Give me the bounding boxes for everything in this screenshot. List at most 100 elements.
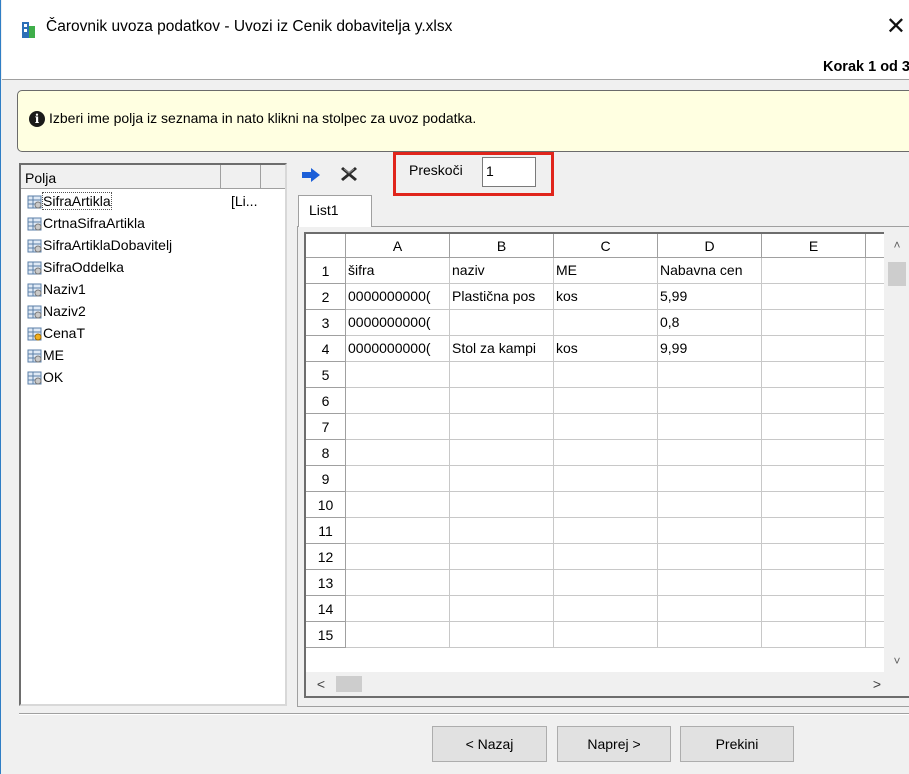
grid-cell[interactable]: 0000000000( (346, 310, 450, 336)
grid-cell[interactable] (346, 440, 450, 466)
grid-cell[interactable] (762, 622, 866, 648)
grid-cell[interactable]: 0000000000( (346, 284, 450, 310)
grid-cell[interactable] (658, 362, 762, 388)
row-header[interactable]: 15 (306, 622, 346, 648)
grid-cell[interactable] (658, 518, 762, 544)
row-header[interactable]: 2 (306, 284, 346, 310)
scroll-right-icon[interactable]: > (866, 672, 888, 696)
grid-cell[interactable] (554, 596, 658, 622)
grid-cell[interactable] (554, 310, 658, 336)
grid-cell[interactable] (346, 362, 450, 388)
tab-list1[interactable]: List1 (298, 195, 372, 227)
grid-cell[interactable]: naziv (450, 258, 554, 284)
clear-x-icon[interactable] (340, 165, 358, 183)
grid-cell[interactable] (450, 466, 554, 492)
grid-cell[interactable]: šifra (346, 258, 450, 284)
grid-cell[interactable] (346, 388, 450, 414)
grid-cell[interactable] (554, 362, 658, 388)
scroll-down-icon[interactable]: ˅ (884, 650, 909, 672)
next-button[interactable]: Naprej > (557, 726, 671, 762)
row-header[interactable]: 8 (306, 440, 346, 466)
grid-cell[interactable] (346, 518, 450, 544)
grid-cell[interactable] (346, 466, 450, 492)
grid-cell[interactable] (762, 258, 866, 284)
grid-cell[interactable] (554, 544, 658, 570)
grid-cell[interactable] (658, 544, 762, 570)
grid-cell[interactable]: Stol za kampi (450, 336, 554, 362)
grid-cell[interactable] (554, 518, 658, 544)
grid-cell[interactable] (762, 388, 866, 414)
field-item[interactable]: SifraArtikla [Li... (23, 191, 281, 213)
grid-cell[interactable] (658, 570, 762, 596)
grid-cell[interactable]: 0,8 (658, 310, 762, 336)
grid-cell[interactable] (762, 492, 866, 518)
row-header[interactable]: 4 (306, 336, 346, 362)
grid-cell[interactable] (658, 492, 762, 518)
column-header[interactable]: E (762, 234, 866, 258)
grid-cell[interactable] (346, 492, 450, 518)
grid-cell[interactable] (554, 414, 658, 440)
row-header[interactable]: 12 (306, 544, 346, 570)
grid-cell[interactable] (450, 622, 554, 648)
grid-cell[interactable] (450, 492, 554, 518)
row-header[interactable]: 6 (306, 388, 346, 414)
row-header[interactable]: 9 (306, 466, 346, 492)
grid-cell[interactable]: Nabavna cen (658, 258, 762, 284)
grid-cell[interactable] (450, 414, 554, 440)
grid-cell[interactable] (450, 362, 554, 388)
vertical-scrollbar[interactable]: ˄ ˅ (884, 232, 909, 672)
grid-cell[interactable] (762, 336, 866, 362)
skip-rows-input[interactable]: 1 (482, 157, 536, 187)
back-button[interactable]: < Nazaj (432, 726, 547, 762)
grid-cell[interactable] (450, 518, 554, 544)
grid-cell[interactable]: 0000000000( (346, 336, 450, 362)
field-item[interactable]: CrtnaSifraArtikla (23, 213, 281, 235)
grid-cell[interactable] (450, 544, 554, 570)
row-header[interactable]: 5 (306, 362, 346, 388)
grid-cell[interactable]: 9,99 (658, 336, 762, 362)
row-header[interactable]: 1 (306, 258, 346, 284)
column-header[interactable]: C (554, 234, 658, 258)
scroll-up-icon[interactable]: ˄ (884, 234, 909, 256)
fields-list[interactable]: Polja SifraArtikla [Li... CrtnaSifraArtikl… (19, 163, 287, 706)
grid-corner[interactable] (306, 234, 346, 258)
grid-cell[interactable] (762, 414, 866, 440)
horizontal-scroll-thumb[interactable] (336, 676, 362, 692)
grid-cell[interactable] (658, 440, 762, 466)
grid-cell[interactable]: Plastična pos (450, 284, 554, 310)
row-header[interactable]: 3 (306, 310, 346, 336)
grid-cell[interactable] (762, 310, 866, 336)
grid-cell[interactable] (450, 596, 554, 622)
grid-cell[interactable] (658, 622, 762, 648)
grid-cell[interactable]: ME (554, 258, 658, 284)
grid-cell[interactable] (554, 492, 658, 518)
grid-cell[interactable] (554, 570, 658, 596)
column-header[interactable]: A (346, 234, 450, 258)
grid-cell[interactable] (450, 440, 554, 466)
grid-cell[interactable] (658, 596, 762, 622)
grid-cell[interactable] (762, 570, 866, 596)
field-item[interactable]: SifraOddelka (23, 257, 281, 279)
grid-cell[interactable] (762, 440, 866, 466)
grid-cell[interactable] (346, 414, 450, 440)
vertical-scroll-thumb[interactable] (888, 262, 906, 286)
row-header[interactable]: 14 (306, 596, 346, 622)
arrow-right-icon[interactable] (301, 167, 321, 183)
row-header[interactable]: 11 (306, 518, 346, 544)
fields-value-column-header[interactable] (221, 165, 261, 188)
field-item[interactable]: OK (23, 367, 281, 389)
grid-cell[interactable]: 5,99 (658, 284, 762, 310)
grid-cell[interactable] (762, 544, 866, 570)
grid-cell[interactable]: kos (554, 284, 658, 310)
grid-cell[interactable] (762, 466, 866, 492)
cancel-button[interactable]: Prekini (680, 726, 794, 762)
grid-cell[interactable] (762, 596, 866, 622)
spreadsheet-grid[interactable]: A B C D E 1 šifra naziv ME Nabavna cen 2 0000000000… (304, 232, 909, 698)
grid-cell[interactable] (346, 596, 450, 622)
grid-cell[interactable] (554, 466, 658, 492)
scroll-left-icon[interactable]: < (310, 672, 332, 696)
grid-cell[interactable] (554, 440, 658, 466)
grid-cell[interactable]: kos (554, 336, 658, 362)
horizontal-scrollbar[interactable]: < > (306, 672, 909, 696)
grid-cell[interactable] (554, 388, 658, 414)
